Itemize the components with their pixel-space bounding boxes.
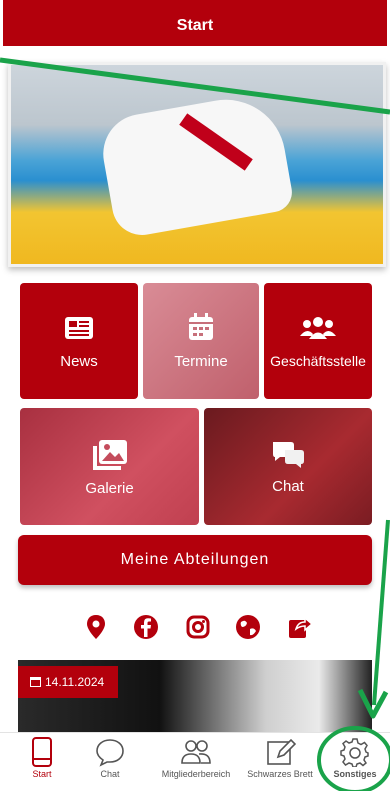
- tile-chat[interactable]: Chat: [204, 408, 372, 525]
- social-links: [82, 613, 314, 641]
- tab-start[interactable]: Start: [14, 733, 70, 792]
- hero-image: [8, 62, 386, 267]
- tile-geschaeftsstelle-label: Geschäftsstelle: [270, 353, 366, 369]
- tile-termine-label: Termine: [174, 353, 228, 370]
- tile-termine[interactable]: Termine: [143, 283, 259, 399]
- tab-schwarzes-brett-label: Schwarzes Brett: [247, 769, 313, 779]
- instagram-icon[interactable]: [184, 613, 212, 641]
- page-title: Start: [176, 17, 214, 34]
- page-header: Start: [3, 0, 387, 46]
- news-date: 14.11.2024: [45, 675, 105, 689]
- annotation-arrow-shaft: [372, 519, 390, 706]
- calendar-icon: [189, 313, 213, 340]
- tab-chat-label: Chat: [100, 769, 120, 779]
- meine-abteilungen-button[interactable]: Meine Abteilungen: [18, 535, 372, 585]
- judoka-figure: [96, 90, 296, 240]
- bottom-tab-bar: Start Chat Mitgliederbereich Schwarzes B…: [0, 732, 390, 792]
- phone-icon: [32, 737, 52, 767]
- members-icon: [181, 740, 211, 764]
- tab-sonstiges[interactable]: Sonstiges: [322, 733, 388, 792]
- facebook-icon[interactable]: [132, 613, 160, 641]
- edit-board-icon: [267, 738, 296, 765]
- tab-mitgliederbereich[interactable]: Mitgliederbereich: [150, 733, 242, 792]
- gear-icon: [340, 738, 369, 767]
- tile-news-label: News: [60, 353, 98, 370]
- users-icon: [300, 317, 336, 339]
- news-teaser[interactable]: 14.11.2024: [18, 660, 372, 740]
- tab-mitgliederbereich-label: Mitgliederbereich: [161, 769, 231, 779]
- tab-chat[interactable]: Chat: [82, 733, 138, 792]
- tile-news[interactable]: News: [20, 283, 138, 399]
- share-icon[interactable]: [286, 613, 314, 641]
- tab-schwarzes-brett[interactable]: Schwarzes Brett: [242, 733, 318, 792]
- globe-icon[interactable]: [234, 613, 262, 641]
- chat-bubble-icon: [96, 739, 124, 767]
- meine-abteilungen-label: Meine Abteilungen: [120, 551, 270, 568]
- tile-geschaeftsstelle[interactable]: Geschäftsstelle: [264, 283, 372, 399]
- location-pin-icon[interactable]: [82, 613, 110, 641]
- calendar-icon: [30, 677, 41, 687]
- tile-galerie-label: Galerie: [85, 480, 134, 497]
- tile-chat-label: Chat: [272, 478, 304, 495]
- tile-galerie[interactable]: Galerie: [20, 408, 199, 525]
- chat-bubbles-icon: [273, 442, 304, 468]
- news-date-badge: 14.11.2024: [18, 666, 119, 698]
- tab-sonstiges-label: Sonstiges: [333, 769, 377, 779]
- image-gallery-icon: [92, 440, 127, 470]
- tab-start-label: Start: [32, 769, 52, 779]
- newspaper-icon: [65, 317, 93, 339]
